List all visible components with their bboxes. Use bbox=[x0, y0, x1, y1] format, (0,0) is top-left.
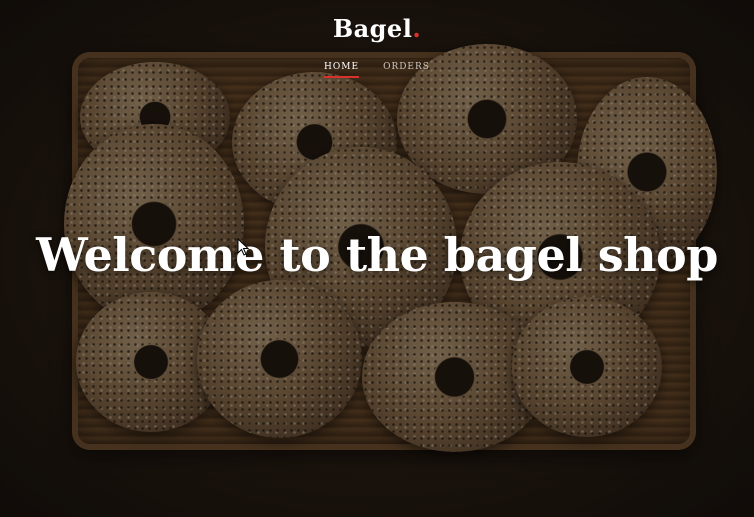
main-nav: HOME ORDERS bbox=[0, 62, 754, 78]
hero-headline: Welcome to the bagel shop bbox=[36, 228, 718, 282]
nav-item-orders[interactable]: ORDERS bbox=[383, 62, 430, 78]
brand-name: Bagel bbox=[332, 14, 413, 43]
hero-section: Bagel. HOME ORDERS Welcome to the bagel … bbox=[0, 0, 754, 517]
nav-item-home[interactable]: HOME bbox=[324, 62, 360, 78]
mouse-cursor-icon bbox=[237, 238, 249, 256]
brand-dot: . bbox=[412, 14, 422, 43]
brand-logo[interactable]: Bagel. bbox=[0, 14, 754, 43]
